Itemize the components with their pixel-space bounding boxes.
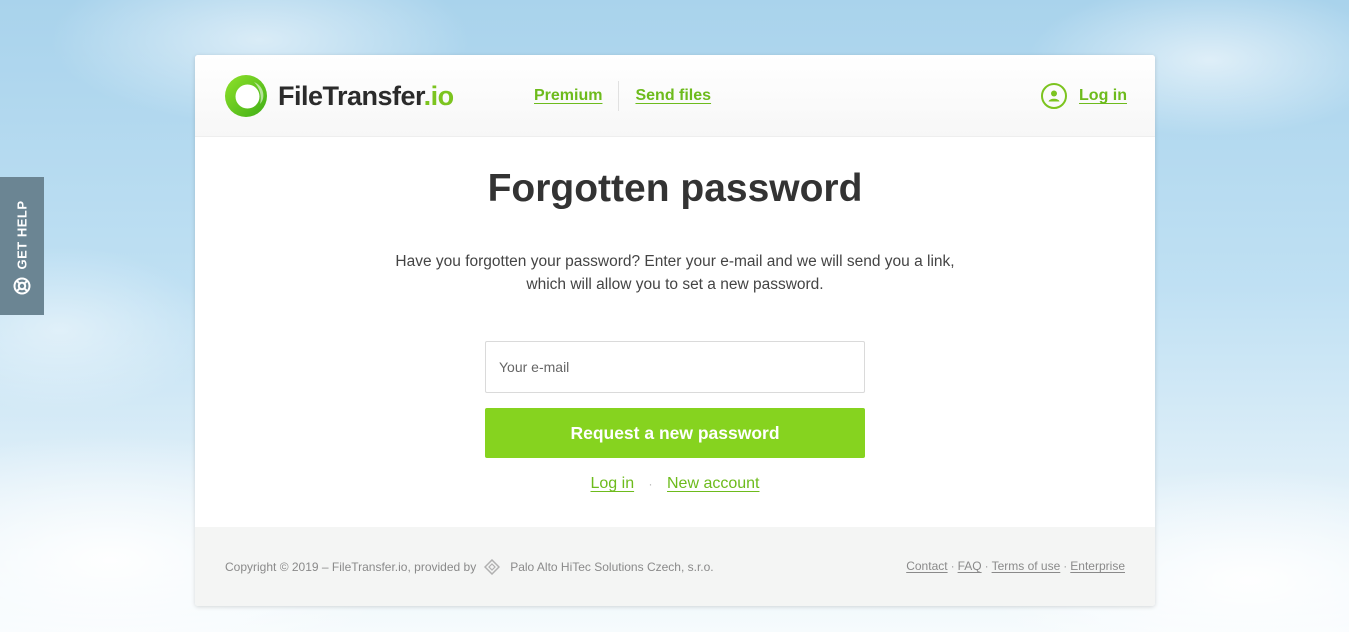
logo-ring-icon [225, 75, 267, 117]
alt-links: Log in · New account [195, 475, 1155, 493]
forgot-password-card: FileTransfer.io Premium Send files Log i… [195, 55, 1155, 606]
copyright: Copyright © 2019 – FileTransfer.io, prov… [225, 559, 714, 575]
footer-contact-link[interactable]: Contact [906, 559, 947, 573]
intro-text: Have you forgotten your password? Enter … [355, 250, 995, 296]
user-circle-icon[interactable] [1041, 83, 1068, 109]
nav-send-files-link[interactable]: Send files [635, 87, 711, 105]
site-logo[interactable]: FileTransfer.io [224, 74, 454, 118]
footer-terms-link[interactable]: Terms of use [992, 559, 1061, 573]
footer-faq-link[interactable]: FAQ [958, 559, 982, 573]
header-login-link[interactable]: Log in [1079, 87, 1127, 105]
nav-divider [618, 81, 620, 111]
page-title: Forgotten password [487, 167, 863, 210]
intro-line-2: which will allow you to set a new passwo… [526, 276, 824, 293]
main-content: Forgotten password Have you forgotten yo… [195, 137, 1155, 526]
footer-enterprise-link[interactable]: Enterprise [1070, 559, 1125, 573]
new-account-link[interactable]: New account [667, 475, 760, 492]
footer-links: Contact · FAQ · Terms of use · Enterpris… [906, 559, 1125, 573]
provider-name: Palo Alto HiTec Solutions Czech, s.r.o. [510, 560, 714, 574]
logo-name: FileTransfer [278, 80, 424, 111]
main-nav: Premium Send files [534, 81, 711, 111]
login-link[interactable]: Log in [591, 475, 635, 492]
diamond-logo-icon [484, 559, 501, 575]
site-footer: Copyright © 2019 – FileTransfer.io, prov… [195, 527, 1155, 606]
nav-premium-link[interactable]: Premium [534, 87, 602, 105]
email-field[interactable] [485, 341, 865, 393]
lifebuoy-icon [13, 277, 31, 295]
footer-separator: · [984, 559, 989, 573]
links-separator: · [648, 477, 653, 491]
get-help-tab[interactable]: GET HELP [0, 177, 44, 315]
intro-line-1: Have you forgotten your password? Enter … [395, 253, 955, 270]
header-login: Log in [1041, 81, 1127, 111]
footer-separator: · [1063, 559, 1068, 573]
copyright-text: Copyright © 2019 – FileTransfer.io, prov… [225, 560, 477, 574]
request-password-button[interactable]: Request a new password [485, 408, 865, 458]
logo-tld: .io [423, 80, 455, 111]
footer-separator: · [950, 559, 955, 573]
get-help-label: GET HELP [14, 200, 30, 270]
site-header: FileTransfer.io Premium Send files Log i… [195, 55, 1155, 137]
